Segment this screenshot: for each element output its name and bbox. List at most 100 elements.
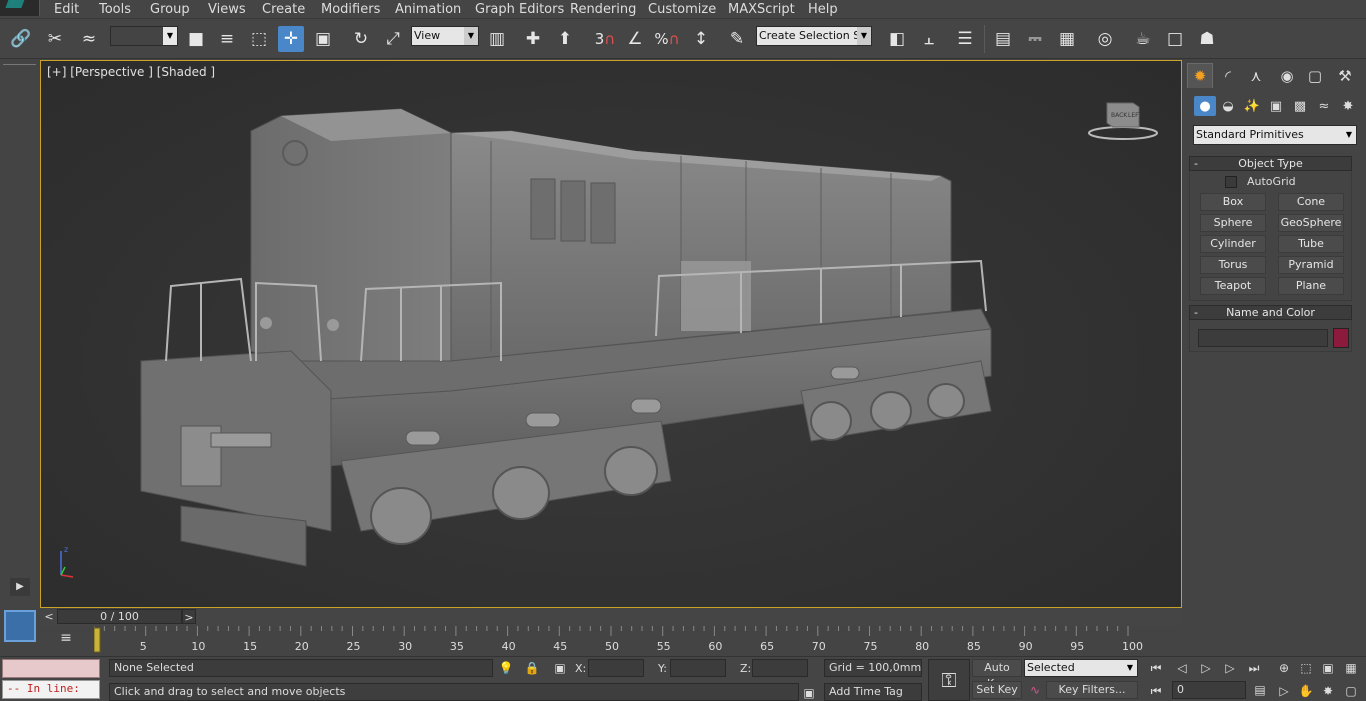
auto-key-button[interactable]: Auto Key — [972, 659, 1022, 690]
plane-button[interactable]: Plane — [1278, 277, 1344, 295]
set-keys-icon[interactable]: ⚿ — [928, 659, 970, 701]
select-and-move-icon[interactable]: ✛ — [278, 26, 304, 52]
menu-animation[interactable]: Animation — [395, 1, 461, 18]
menu-tools[interactable]: Tools — [99, 1, 131, 18]
cameras-icon[interactable]: ▣ — [1265, 96, 1287, 116]
box-button[interactable]: Box — [1200, 193, 1266, 211]
go-to-start-icon[interactable]: ⏮ — [1148, 660, 1164, 676]
previous-frame-icon[interactable]: ◁ — [1174, 660, 1190, 676]
time-slider[interactable]: 0 / 100 — [57, 609, 182, 624]
key-curve-icon[interactable]: ∿ — [1027, 682, 1043, 698]
key-mode-toggle-icon[interactable]: ⏮ — [1148, 683, 1164, 699]
object-name-field[interactable] — [1198, 329, 1328, 347]
shapes-icon[interactable]: ◒ — [1217, 96, 1239, 116]
motion-tab-icon[interactable]: ◉ — [1274, 63, 1300, 88]
menu-maxscript[interactable]: MAXScript — [728, 1, 795, 18]
rendered-frame-window-icon[interactable]: □ — [1162, 26, 1188, 52]
mirror-icon[interactable]: ◧ — [884, 26, 910, 52]
cylinder-button[interactable]: Cylinder — [1200, 235, 1266, 253]
spinner-snap-icon[interactable]: ↕ — [688, 26, 714, 52]
select-object-icon[interactable]: ■ — [183, 26, 209, 52]
menu-views[interactable]: Views — [208, 1, 246, 18]
play-icon[interactable]: ▷ — [1198, 660, 1214, 676]
zoom-icon[interactable]: ⊕ — [1276, 660, 1292, 676]
menu-graph-editors[interactable]: Graph Editors — [475, 1, 564, 18]
modify-tab-icon[interactable]: ◜ — [1215, 63, 1241, 88]
tube-button[interactable]: Tube — [1278, 235, 1344, 253]
sphere-button[interactable]: Sphere — [1200, 214, 1266, 232]
y-coordinate-field[interactable] — [670, 659, 726, 677]
category-dropdown[interactable]: Standard Primitives ▼ — [1193, 125, 1357, 145]
menu-modifiers[interactable]: Modifiers — [321, 1, 380, 18]
mini-curve-editor-icon[interactable]: ≡ — [54, 630, 78, 652]
zoom-all-icon[interactable]: ⬚ — [1298, 660, 1314, 676]
field-of-view-icon[interactable]: ▷ — [1276, 683, 1292, 699]
pan-view-icon[interactable]: ✋ — [1298, 683, 1314, 699]
pyramid-button[interactable]: Pyramid — [1278, 256, 1344, 274]
viewcube-left-face[interactable]: LEFT — [1128, 112, 1142, 119]
hierarchy-tab-icon[interactable]: ⋏ — [1243, 63, 1269, 88]
render-production-icon[interactable]: ☗ — [1194, 26, 1220, 52]
maxscript-prompt-field[interactable]: -- In line: — [2, 680, 100, 699]
align-icon[interactable]: ⫠ — [916, 26, 942, 52]
isolate-selection-icon[interactable]: 💡 — [498, 660, 514, 676]
add-time-tag-button[interactable]: Add Time Tag — [824, 683, 922, 701]
create-tab-icon[interactable]: ✹ — [1187, 63, 1213, 88]
reference-coordinate-dropdown[interactable]: View ▼ — [411, 26, 479, 46]
object-color-swatch[interactable] — [1333, 328, 1349, 348]
curve-editor-icon[interactable]: ⎓ — [1022, 26, 1048, 52]
maximize-viewport-icon[interactable]: ▢ — [1343, 683, 1359, 699]
select-by-name-icon[interactable]: ≡ — [214, 26, 240, 52]
next-frame-icon[interactable]: ▷ — [1222, 660, 1238, 676]
autogrid-checkbox[interactable] — [1225, 176, 1237, 188]
geometry-icon[interactable]: ● — [1194, 96, 1216, 116]
layer-manager-icon[interactable]: ☰ — [952, 26, 978, 52]
utilities-tab-icon[interactable]: ⚒ — [1332, 63, 1358, 88]
menu-help[interactable]: Help — [808, 1, 838, 18]
rectangle-region-icon[interactable]: ⬚ — [246, 26, 272, 52]
graphite-ribbon-icon[interactable]: ▤ — [990, 26, 1016, 52]
menu-customize[interactable]: Customize — [648, 1, 716, 18]
perspective-viewport[interactable]: [+] [Perspective ] [Shaded ] BACK LEFT z — [40, 60, 1182, 608]
menu-rendering[interactable]: Rendering — [570, 1, 636, 18]
bind-spacewarp-icon[interactable]: ≈ — [76, 26, 102, 52]
unlink-icon[interactable]: ✂ — [42, 26, 68, 52]
select-and-rotate-icon[interactable]: ↻ — [348, 26, 374, 52]
teapot-button[interactable]: Teapot — [1200, 277, 1266, 295]
space-warps-icon[interactable]: ≈ — [1313, 96, 1335, 116]
link-icon[interactable]: 🔗 — [8, 26, 34, 52]
maxscript-listener-field[interactable] — [2, 659, 100, 678]
lights-icon[interactable]: ✨ — [1241, 96, 1263, 116]
key-mode-dropdown[interactable]: Selected ▼ — [1024, 659, 1138, 677]
selection-filter-dropdown[interactable]: ▼ — [110, 26, 178, 46]
render-setup-icon[interactable]: ☕ — [1130, 26, 1156, 52]
expand-track-bar-button[interactable]: ▶ — [10, 578, 30, 596]
display-tab-icon[interactable]: ▢ — [1302, 63, 1328, 88]
viewport-layout-button[interactable] — [4, 610, 36, 642]
systems-icon[interactable]: ✸ — [1337, 96, 1359, 116]
add-time-tag-icon[interactable]: ▣ — [801, 685, 817, 701]
track-bar[interactable]: ≡ 5 10 15 20 25 30 35 40 45 50 55 60 65 70 75 80 85 90 95 1… — [40, 626, 1182, 656]
viewcube-back-face[interactable]: BACK — [1111, 112, 1128, 119]
window-crossing-icon[interactable]: ▣ — [310, 26, 336, 52]
torus-button[interactable]: Torus — [1200, 256, 1266, 274]
select-and-scale-icon[interactable]: ⤢ — [380, 26, 406, 52]
material-editor-icon[interactable]: ◎ — [1092, 26, 1118, 52]
current-frame-marker[interactable] — [94, 627, 101, 653]
menu-create[interactable]: Create — [262, 1, 305, 18]
pivot-center-icon[interactable]: ▥ — [484, 26, 510, 52]
angle-snap-icon[interactable]: ∠ — [622, 26, 648, 52]
z-coordinate-field[interactable] — [752, 659, 808, 677]
time-configuration-icon[interactable]: ▤ — [1252, 682, 1268, 698]
name-and-color-rollout-header[interactable]: - Name and Color — [1189, 305, 1352, 320]
current-frame-field[interactable]: 0 — [1172, 681, 1246, 699]
key-filters-button[interactable]: Key Filters... — [1046, 681, 1138, 699]
zoom-extents-all-icon[interactable]: ▦ — [1343, 660, 1359, 676]
edit-named-selections-icon[interactable]: ✎ — [724, 26, 750, 52]
previous-frame-button[interactable]: < — [42, 609, 56, 624]
named-selection-sets-dropdown[interactable]: Create Selection Se ▼ — [756, 26, 872, 46]
zoom-extents-icon[interactable]: ▣ — [1320, 660, 1336, 676]
object-type-rollout-header[interactable]: - Object Type — [1189, 156, 1352, 171]
application-button[interactable] — [0, 0, 40, 16]
locomotive-model[interactable] — [41, 61, 1182, 608]
